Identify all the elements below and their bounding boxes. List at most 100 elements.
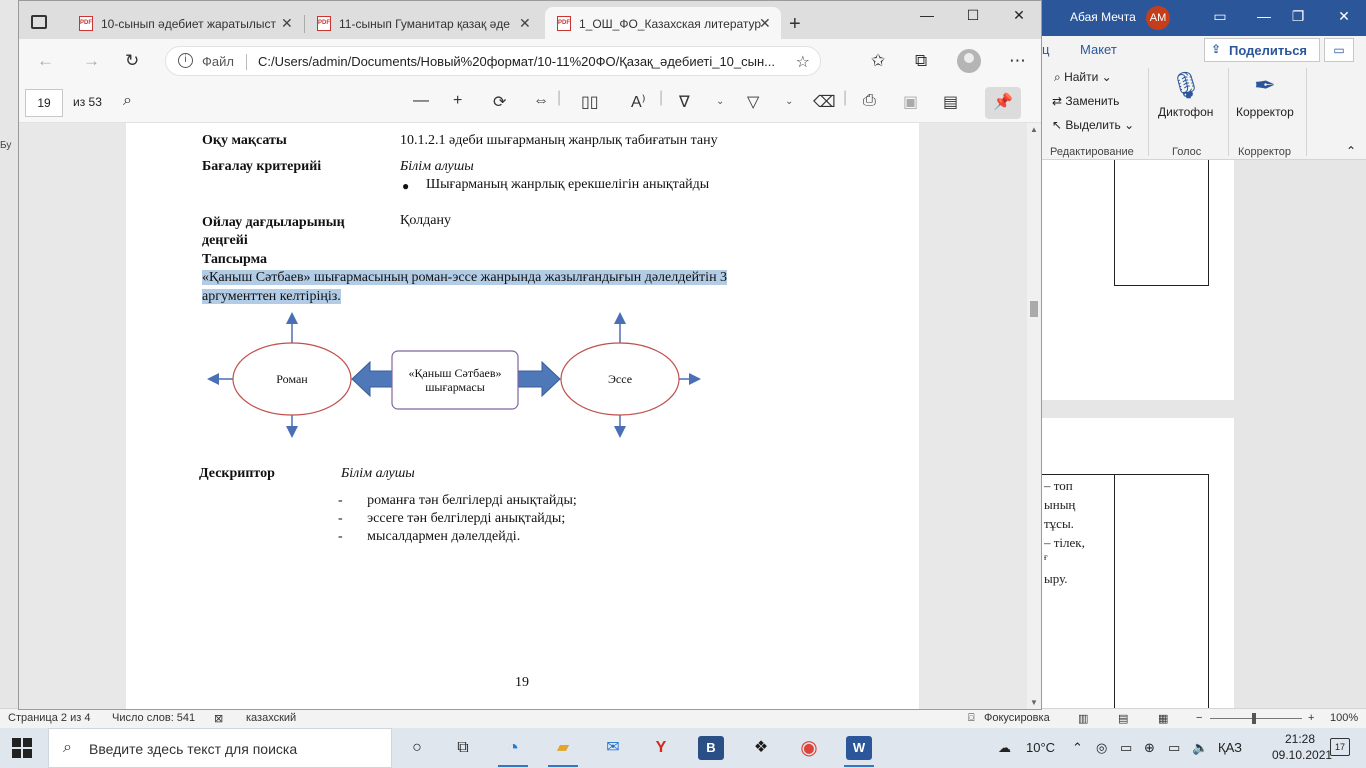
fit-page-icon[interactable]: ⇔ bbox=[533, 92, 549, 110]
temperature[interactable]: 10°C bbox=[1026, 740, 1055, 755]
save-as-icon[interactable]: ▤ bbox=[943, 92, 958, 112]
weather-icon[interactable]: ☁ bbox=[998, 740, 1011, 756]
refresh-icon[interactable]: ↻ bbox=[125, 51, 139, 71]
input-language[interactable]: ҚАЗ bbox=[1218, 740, 1242, 755]
scrollbar-thumb[interactable] bbox=[1030, 301, 1038, 317]
close-icon[interactable]: ✕ bbox=[1007, 7, 1031, 24]
zoom-slider-thumb[interactable] bbox=[1252, 713, 1256, 724]
url-text[interactable]: C:/Users/admin/Documents/Новый%20формат/… bbox=[258, 54, 808, 69]
favorites-icon[interactable]: ✩ bbox=[871, 51, 885, 71]
page-view-icon[interactable]: ▯▯ bbox=[581, 92, 599, 112]
volume-icon[interactable]: 🔈 bbox=[1192, 740, 1208, 756]
spellcheck-icon[interactable]: ⊠ bbox=[214, 712, 223, 725]
zoom-out-icon[interactable]: − bbox=[1196, 712, 1202, 724]
page-number-input[interactable]: 19 bbox=[25, 89, 63, 117]
cortana-icon[interactable]: ○ bbox=[404, 736, 430, 760]
close-tab-icon[interactable]: ✕ bbox=[519, 15, 531, 32]
close-tab-icon[interactable]: ✕ bbox=[281, 15, 293, 32]
search-icon[interactable]: ⌕ bbox=[123, 92, 132, 110]
more-icon[interactable]: ⋯ bbox=[1009, 51, 1026, 71]
highlight-options-chevron-icon[interactable]: ⌄ bbox=[785, 96, 793, 107]
select-button[interactable]: ↖ Выделить ⌄ bbox=[1052, 118, 1134, 132]
show-hidden-icons-icon[interactable]: ⌃ bbox=[1072, 740, 1083, 756]
tab-actions-icon[interactable] bbox=[31, 15, 47, 29]
profile-avatar[interactable] bbox=[957, 49, 981, 73]
collections-icon[interactable]: ⧉ bbox=[915, 51, 927, 71]
app-b-icon[interactable]: B bbox=[698, 736, 724, 760]
forward-icon[interactable]: → bbox=[83, 51, 100, 71]
address-bar-row: ← → ↻ i Файл C:/Users/admin/Documents/Но… bbox=[19, 39, 1041, 83]
find-button[interactable]: ⌕ Найти ⌄ bbox=[1054, 70, 1112, 85]
highlight-icon[interactable]: ▽ bbox=[747, 92, 759, 112]
task-text-highlight[interactable]: «Қаныш Сәтбаев» шығармасының роман-эссе … bbox=[202, 270, 728, 285]
clock[interactable]: 21:28 09.10.2021 bbox=[1272, 731, 1332, 763]
focus-mode-button[interactable]: Фокусировка bbox=[984, 712, 1050, 724]
word-icon[interactable]: W bbox=[846, 736, 872, 760]
tab-partial[interactable]: ц bbox=[1042, 42, 1049, 57]
browser-tab-active[interactable]: PDF 1_ОШ_ФО_Казахская литератур ✕ bbox=[545, 7, 781, 39]
address-bar[interactable]: i Файл C:/Users/admin/Documents/Новый%20… bbox=[165, 46, 821, 76]
vertical-scrollbar[interactable]: ▲ ▼ bbox=[1027, 123, 1041, 709]
info-icon[interactable]: i bbox=[178, 53, 193, 68]
minimize-icon[interactable]: — bbox=[915, 7, 939, 23]
task-view-icon[interactable]: ⧉ bbox=[450, 736, 476, 760]
zoom-slider-track[interactable] bbox=[1210, 718, 1302, 719]
scroll-down-icon[interactable]: ▼ bbox=[1030, 698, 1038, 707]
page-count-status[interactable]: Страница 2 из 4 bbox=[8, 712, 90, 724]
browser-tab[interactable]: PDF 11-сынып Гуманитар қазақ әде ✕ bbox=[305, 7, 541, 39]
add-favorite-icon[interactable]: ☆ bbox=[796, 52, 810, 72]
draw-icon[interactable]: ∇ bbox=[679, 92, 690, 112]
chrome-icon[interactable]: ◉ bbox=[796, 736, 822, 760]
zoom-in-icon[interactable]: + bbox=[1308, 712, 1314, 724]
pdf-viewer[interactable]: Оқу мақсаты 10.1.2.1 әдеби шығарманың жа… bbox=[19, 123, 1041, 709]
new-tab-icon[interactable]: + bbox=[789, 13, 801, 36]
browser-tab[interactable]: PDF 10-сынып әдебиет жаратылыст ✕ bbox=[67, 7, 303, 39]
tray-app-icon[interactable]: ◎ bbox=[1096, 740, 1107, 756]
file-explorer-icon[interactable]: ▰ bbox=[550, 736, 576, 760]
restore-icon[interactable]: ❐ bbox=[1288, 8, 1308, 25]
mail-icon[interactable]: ✉ bbox=[600, 736, 626, 760]
print-icon[interactable]: ⎙ bbox=[863, 92, 876, 110]
battery-icon[interactable]: ▭ bbox=[1120, 740, 1132, 756]
language-status[interactable]: казахский bbox=[246, 712, 296, 724]
read-mode-icon[interactable]: ▥ bbox=[1078, 712, 1088, 725]
yandex-browser-icon[interactable]: Y bbox=[648, 736, 674, 760]
focus-icon[interactable]: ⌼ bbox=[968, 712, 975, 725]
minimize-icon[interactable]: — bbox=[1254, 8, 1274, 24]
dropbox-icon[interactable]: ❖ bbox=[748, 736, 774, 760]
share-button[interactable]: ⇪ Поделиться bbox=[1204, 38, 1320, 62]
zoom-in-icon[interactable]: + bbox=[453, 92, 462, 110]
editor-button[interactable]: ✒ Корректор bbox=[1236, 70, 1294, 119]
pin-toolbar-icon[interactable]: 📌 bbox=[985, 87, 1021, 119]
comment-icon[interactable]: ▭ bbox=[1324, 38, 1354, 62]
dictation-button[interactable]: 🎙 Диктофон bbox=[1158, 70, 1213, 119]
replace-button[interactable]: ⇄ Заменить bbox=[1052, 94, 1119, 108]
screen-icon[interactable]: ▭ bbox=[1168, 740, 1180, 756]
word-user-name[interactable]: Абая Мечта bbox=[1070, 10, 1136, 24]
notifications-icon[interactable]: 17 bbox=[1330, 738, 1350, 756]
read-aloud-icon[interactable]: A⁾ bbox=[631, 92, 646, 112]
ribbon-display-icon[interactable]: ▭ bbox=[1210, 8, 1230, 25]
start-button[interactable] bbox=[12, 738, 32, 758]
taskbar-search[interactable]: ⌕ Введите здесь текст для поиска bbox=[48, 728, 392, 768]
rotate-icon[interactable]: ⟳ bbox=[493, 92, 506, 112]
close-icon[interactable]: ✕ bbox=[1334, 8, 1354, 25]
task-text-highlight[interactable]: аргументтен келтіріңіз. bbox=[202, 289, 341, 304]
maximize-icon[interactable]: ☐ bbox=[961, 7, 985, 24]
avatar[interactable]: AM bbox=[1146, 6, 1170, 30]
web-layout-icon[interactable]: ▦ bbox=[1158, 712, 1168, 725]
word-count-status[interactable]: Число слов: 541 bbox=[112, 712, 195, 724]
eraser-icon[interactable]: ⌫ bbox=[813, 92, 836, 112]
scroll-up-icon[interactable]: ▲ bbox=[1030, 125, 1038, 134]
zoom-out-icon[interactable]: — bbox=[413, 92, 429, 110]
save-icon[interactable]: ▣ bbox=[903, 92, 918, 112]
collapse-ribbon-icon[interactable]: ⌃ bbox=[1346, 144, 1356, 158]
close-tab-icon[interactable]: ✕ bbox=[759, 15, 771, 32]
print-layout-icon[interactable]: ▤ bbox=[1118, 712, 1128, 725]
zoom-level[interactable]: 100% bbox=[1330, 712, 1358, 724]
tab-layout[interactable]: Макет bbox=[1080, 42, 1117, 57]
draw-options-chevron-icon[interactable]: ⌄ bbox=[716, 96, 724, 107]
network-icon[interactable]: ⊕ bbox=[1144, 740, 1155, 756]
edge-icon[interactable]: ◔ bbox=[500, 736, 526, 760]
back-icon[interactable]: ← bbox=[37, 51, 54, 71]
